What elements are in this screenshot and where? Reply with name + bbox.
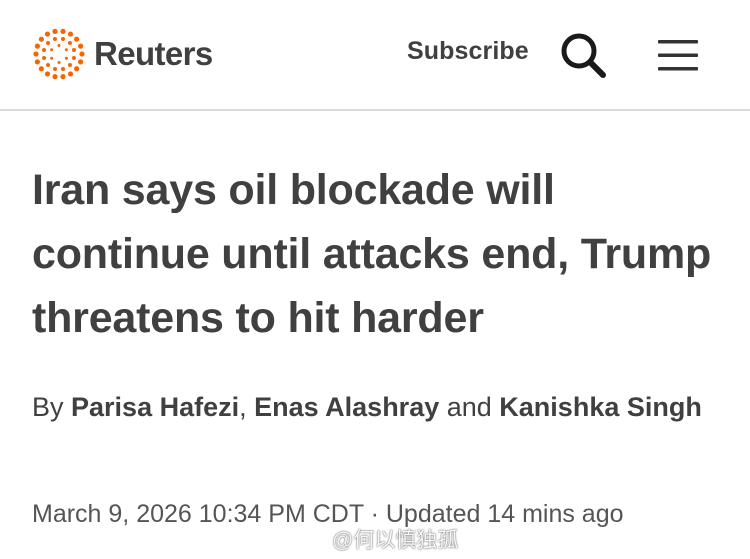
logo-dot bbox=[60, 28, 66, 34]
logo-dot bbox=[67, 41, 72, 46]
logo-dot bbox=[74, 66, 80, 72]
logo-dot bbox=[60, 74, 66, 80]
logo-dot bbox=[46, 41, 51, 46]
logo-dot bbox=[52, 37, 57, 42]
logo-dot bbox=[38, 66, 44, 72]
logo-dot bbox=[44, 71, 51, 77]
logo-dot bbox=[67, 31, 74, 37]
logo-dot bbox=[78, 43, 84, 49]
article-page: Reuters Subscribe Iran says oil blockade… bbox=[0, 0, 750, 559]
reuters-logo[interactable]: Reuters bbox=[31, 25, 213, 83]
logo-dot bbox=[50, 48, 54, 52]
logo-dot bbox=[44, 31, 51, 37]
byline-prefix: By bbox=[32, 392, 72, 422]
menu-button[interactable] bbox=[656, 38, 700, 72]
site-header: Reuters Subscribe bbox=[0, 0, 750, 111]
reuters-logo-icon bbox=[33, 28, 85, 80]
logo-dot bbox=[52, 74, 58, 80]
logo-dot bbox=[38, 36, 44, 42]
logo-dot bbox=[67, 62, 72, 67]
logo-dot bbox=[57, 61, 61, 64]
logo-dot bbox=[57, 44, 61, 47]
author-link[interactable]: Enas Alashray bbox=[254, 392, 439, 422]
logo-dot bbox=[78, 59, 84, 65]
logo-dot bbox=[42, 56, 47, 61]
byline-conjunction: and bbox=[439, 392, 500, 422]
article-byline: By Parisa Hafezi, Enas Alashray and Kani… bbox=[32, 383, 712, 431]
logo-dot bbox=[50, 56, 54, 60]
author-link[interactable]: Parisa Hafezi bbox=[71, 392, 239, 422]
logo-dot bbox=[42, 48, 47, 53]
logo-dot bbox=[61, 66, 66, 71]
logo-dot bbox=[71, 55, 76, 60]
search-button[interactable] bbox=[558, 30, 610, 82]
logo-dot bbox=[74, 36, 80, 42]
logo-dot bbox=[64, 48, 68, 52]
watermark-text: @何以慎独孤 bbox=[332, 529, 459, 552]
article-headline: Iran says oil blockade will continue unt… bbox=[32, 166, 712, 342]
hamburger-menu-icon bbox=[658, 40, 698, 71]
watermark: @何以慎独孤 bbox=[298, 524, 458, 554]
weibo-logo-icon bbox=[299, 530, 325, 549]
logo-dot bbox=[34, 43, 40, 49]
logo-dot bbox=[46, 62, 51, 67]
logo-dot bbox=[53, 66, 58, 71]
logo-dot bbox=[67, 71, 74, 77]
logo-dot bbox=[79, 51, 85, 57]
byline-separator: , bbox=[239, 392, 255, 422]
subscribe-button[interactable]: Subscribe bbox=[407, 37, 529, 66]
brand-name: Reuters bbox=[94, 35, 213, 72]
logo-dot bbox=[34, 59, 40, 65]
logo-dot bbox=[64, 56, 68, 60]
logo-dot bbox=[60, 37, 65, 42]
logo-dot bbox=[71, 47, 76, 52]
search-icon bbox=[561, 33, 606, 78]
logo-dot bbox=[33, 51, 39, 57]
author-link[interactable]: Kanishka Singh bbox=[499, 392, 702, 422]
logo-dot bbox=[52, 28, 58, 34]
